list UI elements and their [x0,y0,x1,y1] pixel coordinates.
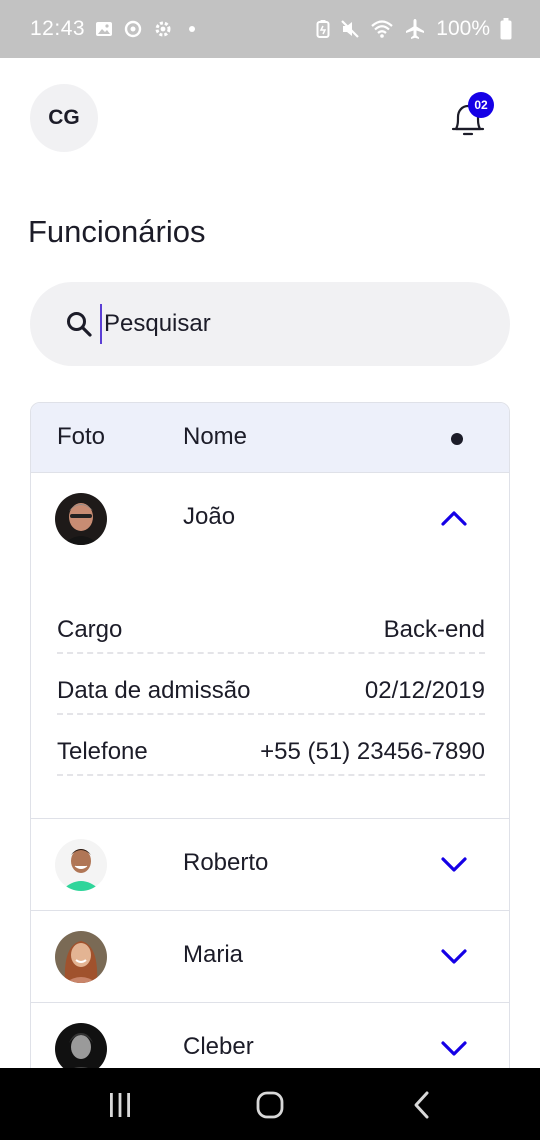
status-bar: 12:43 100% [0,0,540,58]
employee-details: Cargo Back-end Data de admissão 02/12/20… [57,593,485,776]
search-input[interactable] [100,304,460,344]
employee-photo [55,931,107,983]
chevron-down-icon[interactable] [441,851,467,877]
wifi-icon [370,19,394,39]
image-icon [95,20,113,38]
table-row[interactable]: Roberto [31,819,509,911]
column-header-nome: Nome [183,423,248,450]
status-right: 100% [316,17,512,41]
search-bar[interactable] [30,282,510,366]
chevron-up-icon[interactable] [441,505,467,531]
notification-button[interactable]: 02 [448,92,496,140]
system-nav-bar [0,1068,540,1140]
employee-photo [55,839,107,891]
page-title: Funcionários [28,214,206,249]
detail-value: Back-end [383,616,485,643]
detail-admissao: Data de admissão 02/12/2019 [57,654,485,715]
battery-percent: 100% [436,17,490,40]
detail-value: 02/12/2019 [364,677,485,704]
column-header-foto: Foto [57,423,106,450]
employee-photo [55,493,107,545]
detail-telefone: Telefone +55 (51) 23456-7890 [57,715,485,776]
status-time: 12:43 [30,17,86,40]
back-icon [414,1091,429,1119]
detail-label: Cargo [57,616,123,643]
user-avatar[interactable]: CG [30,84,98,152]
sync-icon [123,19,143,39]
recents-icon [110,1093,130,1117]
battery-icon [500,18,512,40]
airplane-icon [404,18,426,40]
battery-saver-icon [316,19,330,39]
mute-icon [340,19,360,39]
table-row[interactable]: Maria [31,911,509,1003]
detail-cargo: Cargo Back-end [57,593,485,654]
notification-badge: 02 [468,92,494,118]
detail-label: Telefone [57,738,148,765]
chevron-down-icon[interactable] [441,1035,467,1061]
employee-name: Maria [183,941,244,968]
chevron-down-icon[interactable] [441,943,467,969]
detail-value: +55 (51) 23456-7890 [260,738,485,765]
home-button[interactable] [253,1088,287,1122]
detail-label: Data de admissão [57,677,251,704]
app-header: CG 02 [0,58,540,178]
employee-name: João [183,503,236,530]
home-icon [256,1091,284,1119]
employee-name: Roberto [183,849,269,876]
column-header-dot-icon [451,433,463,445]
back-button[interactable] [405,1088,439,1122]
recents-button[interactable] [103,1088,137,1122]
employee-name: Cleber [183,1033,254,1060]
table-header: Foto Nome [31,403,509,473]
dot-icon [189,26,196,32]
search-icon [64,309,94,339]
settings-icon [153,19,173,39]
employees-table: Foto Nome João Cargo Back-end Data de ad… [30,402,510,1102]
status-left: 12:43 [30,17,196,41]
table-row[interactable]: João Cargo Back-end Data de admissão 02/… [31,473,509,819]
